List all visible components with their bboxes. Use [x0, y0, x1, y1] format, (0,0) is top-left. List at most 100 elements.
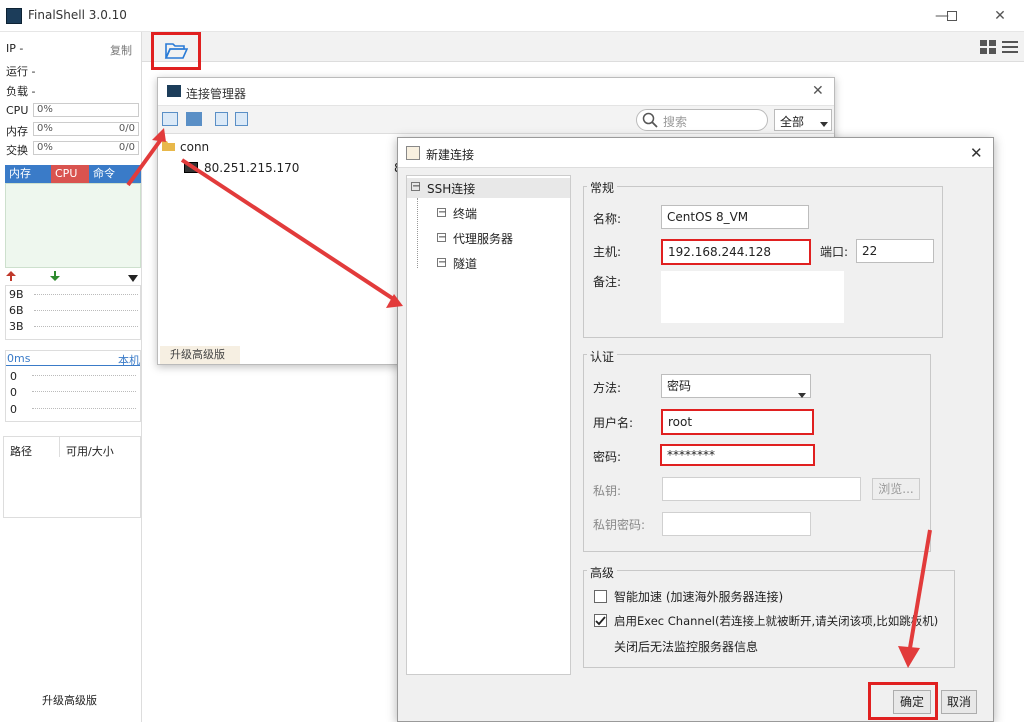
- layout-grid-icon[interactable]: [980, 40, 996, 57]
- open-connection-manager-button[interactable]: [151, 32, 201, 70]
- auth-legend: 认证: [587, 348, 618, 365]
- collapse-all-icon[interactable]: [215, 112, 228, 126]
- search-icon: [642, 112, 658, 131]
- swap-label: 交换: [6, 144, 28, 157]
- new-connection-dialog: 新建连接 ✕ − SSH连接 − 终端 − 代理服务器 − 隧道 常规 名称: …: [397, 137, 994, 722]
- folder-conn[interactable]: conn: [180, 140, 209, 154]
- new-folder-icon[interactable]: [186, 112, 202, 126]
- host-label: 主机:: [593, 245, 622, 259]
- advanced-legend: 高级: [587, 564, 618, 581]
- method-label: 方法:: [593, 381, 622, 395]
- private-key-label: 私钥:: [593, 484, 622, 498]
- dialog-title: 新建连接: [426, 148, 475, 162]
- port-input[interactable]: 22: [856, 239, 934, 263]
- dialog-title-bar: 新建连接 ✕: [398, 138, 993, 168]
- tree-terminal[interactable]: 终端: [453, 205, 477, 222]
- exec-channel-label: 启用Exec Channel(若连接上就被断开,请关闭该项,比如跳板机): [614, 614, 939, 628]
- chevron-down-icon: [820, 117, 828, 131]
- check-icon: [595, 615, 606, 625]
- tab-command[interactable]: 命令: [89, 165, 129, 183]
- monitor-tabs: 内存 CPU 命令: [5, 165, 141, 183]
- java-icon: [406, 146, 420, 160]
- expand-all-icon[interactable]: [235, 112, 248, 126]
- app-icon: [167, 85, 181, 97]
- upgrade-link[interactable]: 升级高级版: [42, 692, 97, 708]
- latency-tick: 0: [10, 386, 17, 399]
- close-button[interactable]: ✕: [980, 0, 1020, 32]
- memory-label: 内存: [6, 125, 28, 138]
- username-input[interactable]: root: [661, 409, 814, 435]
- note-textarea[interactable]: [661, 271, 844, 323]
- smart-accel-label: 智能加速 (加速海外服务器连接): [614, 590, 784, 604]
- uptime-label: 运行 -: [6, 65, 36, 78]
- folder-icon: [162, 140, 176, 155]
- ip-label: IP -: [6, 42, 24, 55]
- chevron-down-icon: [798, 384, 806, 406]
- terminal-icon: [184, 162, 198, 173]
- latency-chart: 0ms 本机 0 0 0: [5, 350, 141, 422]
- monitor-panel: [5, 183, 141, 268]
- new-connection-icon[interactable]: [162, 112, 178, 126]
- tab-memory[interactable]: 内存: [5, 165, 51, 183]
- filter-select[interactable]: 全部: [774, 109, 832, 131]
- cm-title: 连接管理器: [186, 87, 247, 101]
- tree-proxy[interactable]: 代理服务器: [453, 230, 513, 247]
- smart-accel-checkbox[interactable]: [594, 590, 607, 603]
- password-input[interactable]: ********: [660, 444, 815, 466]
- method-select[interactable]: 密码: [661, 374, 811, 398]
- latency-tick: 0: [10, 370, 17, 383]
- menu-icon[interactable]: [1002, 40, 1018, 57]
- load-label: 负载 -: [6, 85, 36, 98]
- memory-meter: 0% 0/0: [33, 122, 139, 136]
- key-passphrase-label: 私钥密码:: [593, 518, 646, 532]
- name-label: 名称:: [593, 212, 622, 226]
- latency-tick: 0: [10, 403, 17, 416]
- app-icon: [6, 8, 22, 24]
- settings-tree: − SSH连接 − 终端 − 代理服务器 − 隧道: [406, 175, 571, 675]
- node-icon: −: [437, 207, 447, 218]
- host-input[interactable]: 192.168.244.128: [661, 239, 811, 265]
- exec-channel-checkbox[interactable]: [594, 614, 607, 627]
- collapse-icon[interactable]: −: [411, 182, 420, 192]
- exec-channel-note: 关闭后无法监控服务器信息: [614, 640, 759, 654]
- net-tick: 6B: [9, 304, 24, 317]
- cpu-label: CPU: [6, 104, 29, 117]
- tree-tunnel[interactable]: 隧道: [453, 255, 477, 272]
- close-icon[interactable]: ✕: [812, 83, 824, 99]
- tab-cpu[interactable]: CPU: [51, 165, 89, 183]
- copy-link[interactable]: 复制: [110, 42, 132, 58]
- search-input[interactable]: 搜索: [636, 109, 768, 131]
- tree-ssh[interactable]: SSH连接: [427, 180, 475, 197]
- upload-arrow-icon: [6, 270, 16, 284]
- close-icon[interactable]: ✕: [970, 144, 983, 162]
- ok-button[interactable]: 确定: [893, 690, 931, 714]
- name-input[interactable]: CentOS 8_VM: [661, 205, 809, 229]
- window-title: FinalShell 3.0.10: [28, 8, 127, 22]
- host-entry[interactable]: 80.251.215.170: [204, 161, 299, 175]
- download-arrow-icon: [50, 270, 60, 284]
- network-chart: 9B 6B 3B: [5, 285, 141, 340]
- search-placeholder: 搜索: [663, 115, 688, 129]
- swap-meter: 0% 0/0: [33, 141, 139, 155]
- main-toolbar: [142, 32, 1024, 62]
- disk-col-size: 可用/大小: [66, 445, 114, 458]
- port-label: 端口:: [820, 245, 849, 259]
- node-icon: −: [437, 232, 447, 243]
- key-passphrase-input[interactable]: [662, 512, 811, 536]
- net-tick: 3B: [9, 320, 24, 333]
- net-tick: 9B: [9, 288, 24, 301]
- disk-table: 路径 可用/大小: [3, 436, 141, 518]
- cm-upgrade-label[interactable]: 升级高级版: [160, 346, 240, 364]
- note-label: 备注:: [593, 275, 622, 289]
- private-key-input[interactable]: [662, 477, 861, 501]
- dropdown-triangle-icon[interactable]: [128, 272, 138, 286]
- username-label: 用户名:: [593, 416, 634, 430]
- browse-button[interactable]: 浏览...: [872, 478, 920, 500]
- latency-label: 0ms: [7, 352, 31, 365]
- maximize-button[interactable]: [932, 0, 972, 32]
- password-label: 密码:: [593, 450, 622, 464]
- cpu-meter: 0%: [33, 103, 139, 117]
- node-icon: −: [437, 257, 447, 268]
- title-bar: FinalShell 3.0.10 — ✕: [0, 0, 1024, 32]
- cancel-button[interactable]: 取消: [941, 690, 977, 714]
